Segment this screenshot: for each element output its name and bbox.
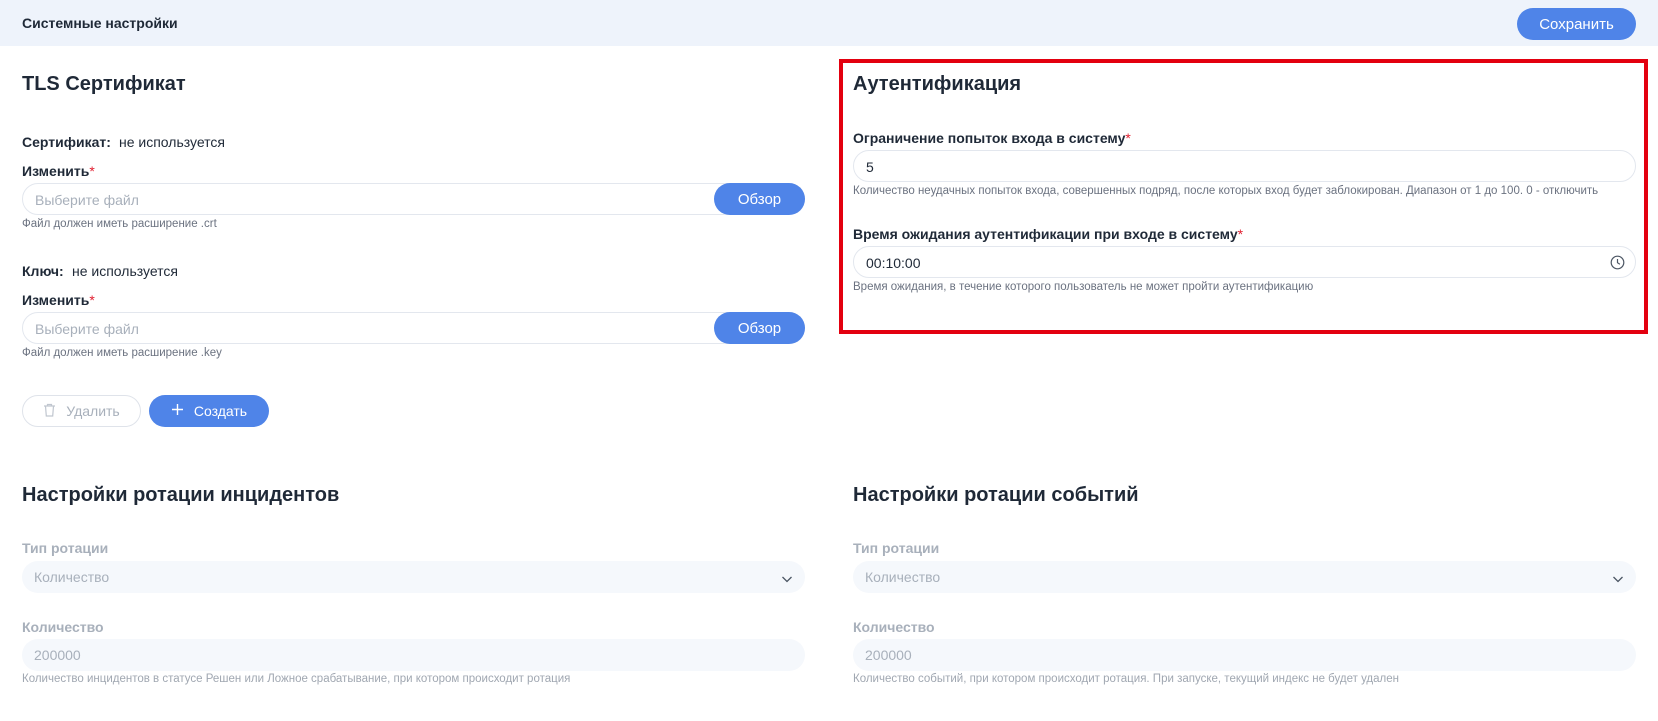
certificate-file-input[interactable]: Выберите файл Обзор xyxy=(22,183,805,215)
certificate-status: не используется xyxy=(119,134,226,150)
certificate-file-placeholder: Выберите файл xyxy=(35,192,139,208)
event-rotation-type-label: Тип ротации xyxy=(853,540,940,556)
auth-section-title: Аутентификация xyxy=(853,73,1022,95)
event-rotation-type-value: Количество xyxy=(865,569,941,585)
create-button[interactable]: Создать xyxy=(149,395,269,427)
event-rotation-hint: Количество событий, при котором происход… xyxy=(853,673,1399,685)
incident-rotation-title: Настройки ротации инцидентов xyxy=(22,484,340,506)
auth-timeout-input[interactable]: 00:10:00 xyxy=(853,246,1636,278)
incident-rotation-hint: Количество инцидентов в статусе Решен ил… xyxy=(22,673,571,685)
certificate-browse-button[interactable]: Обзор xyxy=(714,183,805,215)
certificate-label: Сертификат: xyxy=(22,134,111,150)
event-rotation-count-input[interactable]: 200000 xyxy=(853,639,1636,671)
login-attempts-hint: Количество неудачных попыток входа, сове… xyxy=(853,185,1599,197)
delete-button[interactable]: Удалить xyxy=(22,395,141,427)
key-label: Ключ: xyxy=(22,263,64,279)
create-label: Создать xyxy=(193,403,248,419)
incident-rotation-count-label: Количество xyxy=(22,619,104,635)
auth-timeout-label: Время ожидания аутентификации при входе … xyxy=(853,226,1244,242)
chevron-down-icon xyxy=(1612,571,1624,589)
event-rotation-count-label: Количество xyxy=(853,619,935,635)
incident-rotation-count-input[interactable]: 200000 xyxy=(22,639,805,671)
auth-timeout-hint: Время ожидания, в течение которого польз… xyxy=(853,281,1314,293)
page-title: Системные настройки xyxy=(22,15,178,31)
incident-rotation-type-select[interactable]: Количество xyxy=(22,561,805,593)
key-browse-button[interactable]: Обзор xyxy=(714,312,805,344)
certificate-change-label: Изменить* xyxy=(22,163,95,179)
event-rotation-type-select[interactable]: Количество xyxy=(853,561,1636,593)
key-hint: Файл должен иметь расширение .key xyxy=(22,347,222,359)
login-attempts-value: 5 xyxy=(866,159,874,175)
tls-section-title: TLS Сертификат xyxy=(22,73,186,95)
key-change-label: Изменить* xyxy=(22,292,95,308)
plus-icon xyxy=(171,403,184,419)
incident-rotation-count-value: 200000 xyxy=(34,647,81,663)
login-attempts-label: Ограничение попыток входа в систему* xyxy=(853,130,1131,146)
key-status: не используется xyxy=(72,263,179,279)
top-bar: Системные настройки Сохранить xyxy=(0,0,1658,46)
event-rotation-title: Настройки ротации событий xyxy=(853,484,1139,506)
event-rotation-count-value: 200000 xyxy=(865,647,912,663)
incident-rotation-type-value: Количество xyxy=(34,569,110,585)
auth-timeout-value: 00:10:00 xyxy=(866,255,921,271)
trash-icon xyxy=(43,403,56,420)
delete-label: Удалить xyxy=(66,403,120,419)
incident-rotation-type-label: Тип ротации xyxy=(22,540,109,556)
save-button[interactable]: Сохранить xyxy=(1517,8,1636,40)
login-attempts-input[interactable]: 5 xyxy=(853,150,1636,182)
key-file-input[interactable]: Выберите файл Обзор xyxy=(22,312,805,344)
clock-icon[interactable] xyxy=(1610,255,1625,275)
key-file-placeholder: Выберите файл xyxy=(35,321,139,337)
certificate-hint: Файл должен иметь расширение .crt xyxy=(22,218,217,230)
chevron-down-icon xyxy=(781,571,793,589)
